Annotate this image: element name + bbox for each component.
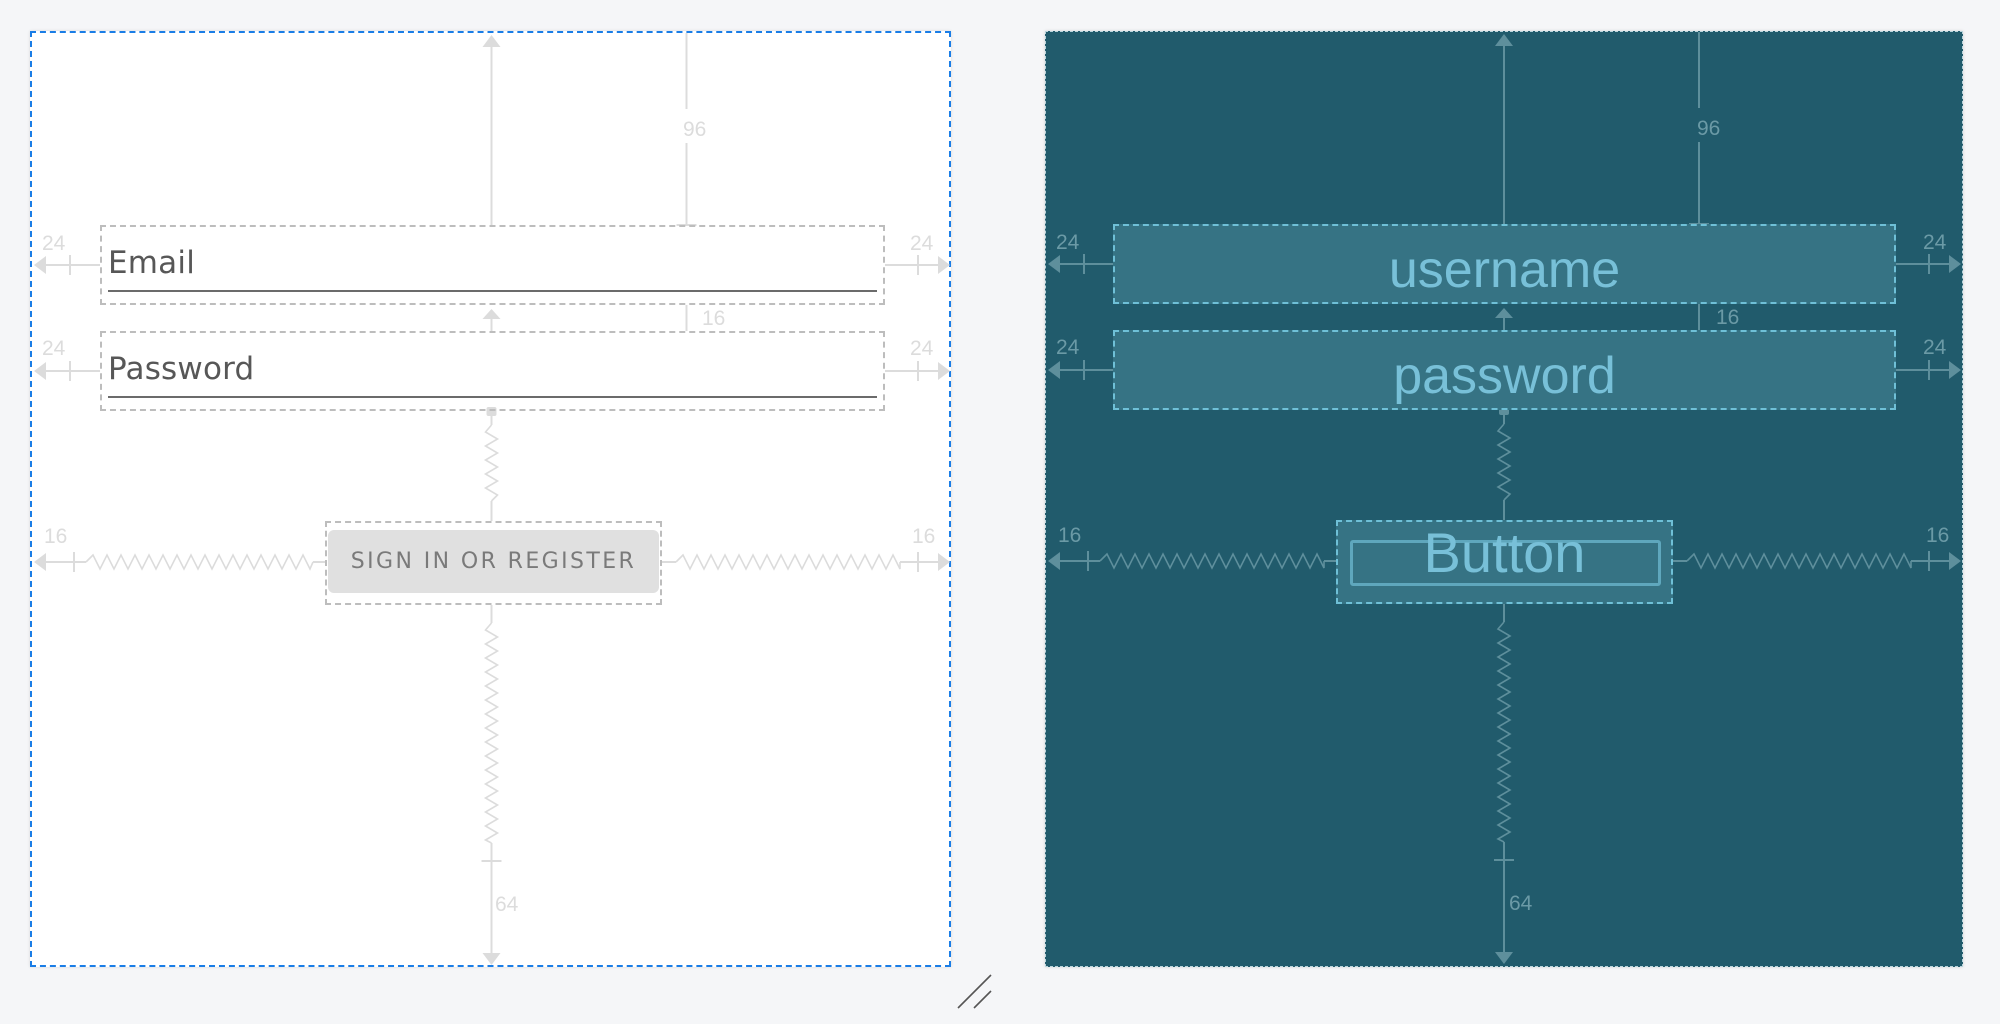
bottom-spring bbox=[483, 622, 500, 844]
bp-margin-bottom-label: 64 bbox=[1509, 892, 1533, 915]
arrow-left-icon bbox=[1048, 361, 1060, 379]
arrow-left-icon bbox=[1048, 255, 1060, 273]
arrow-left-icon bbox=[1048, 552, 1060, 570]
password-left-margin-label: 24 bbox=[42, 337, 66, 360]
arrow-down-icon bbox=[482, 953, 501, 965]
bp-username-right-margin-label: 24 bbox=[1923, 231, 1947, 254]
password-id-label: password bbox=[1393, 347, 1616, 405]
arrow-up-icon bbox=[1495, 308, 1513, 318]
password-widget[interactable]: password bbox=[1113, 330, 1896, 410]
sign-in-button-label: SIGN IN OR REGISTER bbox=[350, 549, 637, 574]
arrow-right-icon bbox=[1949, 361, 1961, 379]
design-constraint-lines bbox=[34, 33, 950, 965]
username-widget[interactable]: username bbox=[1113, 224, 1896, 304]
button-widget[interactable]: Button bbox=[1336, 520, 1673, 604]
gap-margin-label: 16 bbox=[702, 307, 726, 330]
arrow-left-icon bbox=[34, 553, 46, 571]
password-underline bbox=[108, 396, 877, 398]
margin-top-label: 96 bbox=[683, 118, 707, 141]
right-spring bbox=[675, 553, 901, 571]
arrow-right-icon bbox=[938, 256, 950, 274]
vertical-spring bbox=[483, 424, 500, 502]
arrow-right-icon bbox=[938, 362, 950, 380]
button-right-margin-label: 16 bbox=[912, 525, 936, 548]
left-spring bbox=[1099, 552, 1325, 570]
arrow-left-icon bbox=[34, 362, 46, 380]
arrow-right-icon bbox=[1949, 255, 1961, 273]
arrow-left-icon bbox=[34, 256, 46, 274]
email-field[interactable]: Email bbox=[100, 225, 885, 305]
arrow-up-icon bbox=[1495, 34, 1513, 46]
design-surface[interactable]: Email Password SIGN IN OR REGISTER 96 24… bbox=[30, 31, 951, 967]
sign-in-button[interactable]: SIGN IN OR REGISTER bbox=[328, 530, 659, 593]
button-id-label: Button bbox=[1423, 521, 1586, 584]
blueprint-surface[interactable]: username password Button 96 24 24 16 24 … bbox=[1045, 31, 1963, 967]
password-hint: Password bbox=[108, 351, 255, 387]
bp-password-left-margin-label: 24 bbox=[1056, 336, 1080, 359]
email-right-margin-label: 24 bbox=[910, 232, 934, 255]
bp-margin-top-label: 96 bbox=[1697, 117, 1721, 140]
button-left-margin-label: 16 bbox=[44, 525, 68, 548]
blueprint-constraint-lines bbox=[1048, 32, 1961, 964]
arrow-right-icon bbox=[938, 553, 950, 571]
bp-password-right-margin-label: 24 bbox=[1923, 336, 1947, 359]
bp-username-left-margin-label: 24 bbox=[1056, 231, 1080, 254]
margin-bottom-label: 64 bbox=[495, 893, 519, 916]
email-hint: Email bbox=[108, 245, 196, 281]
bp-button-left-margin-label: 16 bbox=[1058, 524, 1082, 547]
vertical-spring bbox=[1496, 423, 1512, 501]
password-right-margin-label: 24 bbox=[910, 337, 934, 360]
right-spring bbox=[1686, 552, 1912, 570]
arrow-up-icon bbox=[482, 35, 501, 47]
arrow-up-icon bbox=[482, 309, 501, 319]
bottom-spring bbox=[1496, 621, 1512, 843]
bp-button-right-margin-label: 16 bbox=[1926, 524, 1950, 547]
username-id-label: username bbox=[1388, 241, 1621, 299]
arrow-down-icon bbox=[1495, 952, 1513, 964]
email-left-margin-label: 24 bbox=[42, 232, 66, 255]
bp-gap-margin-label: 16 bbox=[1716, 306, 1740, 329]
arrow-right-icon bbox=[1949, 552, 1961, 570]
left-spring bbox=[85, 553, 314, 571]
email-underline bbox=[108, 290, 877, 292]
resize-handle-icon[interactable] bbox=[955, 972, 995, 1012]
password-field[interactable]: Password bbox=[100, 331, 885, 411]
